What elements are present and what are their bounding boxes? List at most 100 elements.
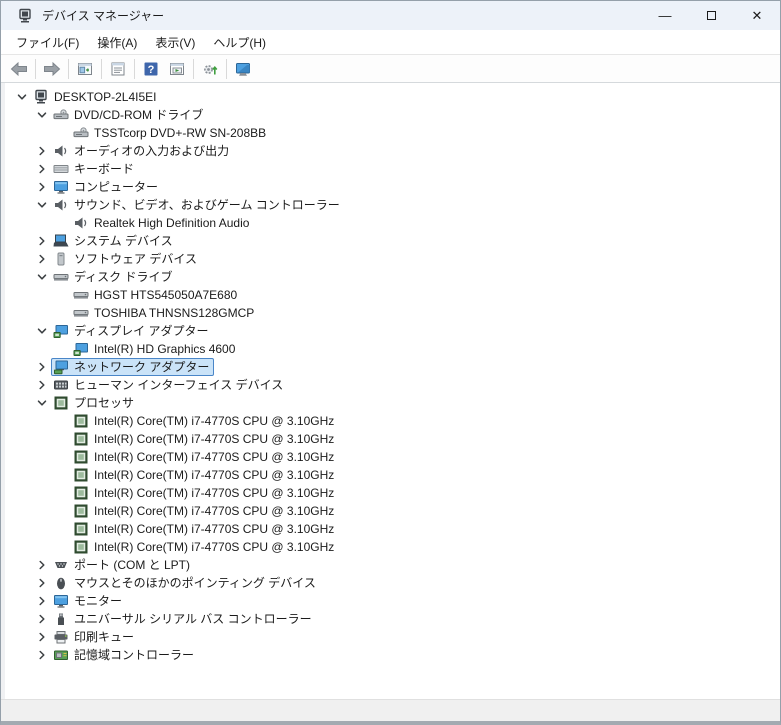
tree-item-body[interactable]: コンピューター [51,178,163,196]
chevron-right-icon[interactable] [32,359,51,375]
tree-item-body[interactable]: HGST HTS545050A7E680 [71,286,242,304]
tree-item-body[interactable]: 印刷キュー [51,628,139,646]
tree-item[interactable]: Intel(R) Core(TM) i7-4770S CPU @ 3.10GHz [5,520,780,538]
tree-item[interactable]: ソフトウェア デバイス [5,250,780,268]
tree-item-body[interactable]: プロセッサ [51,394,139,412]
tree-item[interactable]: サウンド、ビデオ、およびゲーム コントローラー [5,196,780,214]
tree-item-body[interactable]: ディスク ドライブ [51,268,178,286]
tree-item-body[interactable]: ヒューマン インターフェイス デバイス [51,376,288,394]
tree-item[interactable]: TOSHIBA THNSNS128GMCP [5,304,780,322]
tree-item-body[interactable]: マウスとそのほかのポインティング デバイス [51,574,321,592]
chevron-down-icon[interactable] [32,107,51,123]
chevron-right-icon[interactable] [32,575,51,591]
tree-item[interactable]: モニター [5,592,780,610]
chevron-right-icon[interactable] [32,629,51,645]
chevron-right-icon[interactable] [32,179,51,195]
tree-item[interactable]: Intel(R) HD Graphics 4600 [5,340,780,358]
toolbar-separator [193,58,194,79]
tree-item[interactable]: キーボード [5,160,780,178]
menu-item-help[interactable]: ヘルプ(H) [204,31,275,54]
chevron-down-icon[interactable] [32,395,51,411]
chevron-down-icon[interactable] [32,269,51,285]
tree-item-body[interactable]: Realtek High Definition Audio [71,214,254,232]
tree-item-body[interactable]: ソフトウェア デバイス [51,250,202,268]
tree-item[interactable]: Intel(R) Core(TM) i7-4770S CPU @ 3.10GHz [5,466,780,484]
minimize-button[interactable]: — [642,1,688,30]
tree-item[interactable]: ディスク ドライブ [5,268,780,286]
tree-item[interactable]: 記憶域コントローラー [5,646,780,664]
tree-item-body[interactable]: 記憶域コントローラー [51,646,199,664]
tree-item-body[interactable]: Intel(R) Core(TM) i7-4770S CPU @ 3.10GHz [71,430,339,448]
chevron-down-icon[interactable] [32,323,51,339]
tree-item[interactable]: HGST HTS545050A7E680 [5,286,780,304]
devices-button[interactable] [230,57,256,81]
tree-item-body[interactable]: Intel(R) Core(TM) i7-4770S CPU @ 3.10GHz [71,448,339,466]
tree-item[interactable]: オーディオの入力および出力 [5,142,780,160]
tree-item-body[interactable]: Intel(R) Core(TM) i7-4770S CPU @ 3.10GHz [71,538,339,556]
tree-item-body[interactable]: Intel(R) Core(TM) i7-4770S CPU @ 3.10GHz [71,502,339,520]
chevron-right-icon[interactable] [32,611,51,627]
processor-icon [73,413,89,429]
chevron-right-icon[interactable] [32,251,51,267]
back-button[interactable] [6,57,32,81]
tree-item-body[interactable]: DVD/CD-ROM ドライブ [51,106,208,124]
tree-item[interactable]: Intel(R) Core(TM) i7-4770S CPU @ 3.10GHz [5,538,780,556]
tree-item[interactable]: ユニバーサル シリアル バス コントローラー [5,610,780,628]
tree-item-body[interactable]: Intel(R) Core(TM) i7-4770S CPU @ 3.10GHz [71,520,339,538]
tree-item[interactable]: DVD/CD-ROM ドライブ [5,106,780,124]
tree-item[interactable]: ヒューマン インターフェイス デバイス [5,376,780,394]
tree-item[interactable]: DESKTOP-2L4I5EI [5,88,780,106]
tree-item[interactable]: マウスとそのほかのポインティング デバイス [5,574,780,592]
chevron-right-icon[interactable] [32,233,51,249]
chevron-right-icon[interactable] [32,143,51,159]
tree-item[interactable]: Intel(R) Core(TM) i7-4770S CPU @ 3.10GHz [5,484,780,502]
tree-item-body[interactable]: ポート (COM と LPT) [51,556,195,574]
tree-item[interactable]: 印刷キュー [5,628,780,646]
tree-item-body[interactable]: TOSHIBA THNSNS128GMCP [71,304,259,322]
forward-button[interactable] [39,57,65,81]
chevron-down-icon[interactable] [32,197,51,213]
tree-item-body[interactable]: ユニバーサル シリアル バス コントローラー [51,610,317,628]
tree-item-body[interactable]: オーディオの入力および出力 [51,142,234,160]
maximize-button[interactable] [688,1,734,30]
help-button[interactable]: ? [138,57,164,81]
chevron-down-icon[interactable] [12,89,31,105]
tree-item[interactable]: コンピューター [5,178,780,196]
tree-item[interactable]: プロセッサ [5,394,780,412]
action-pane-button[interactable] [164,57,190,81]
menu-item-view[interactable]: 表示(V) [146,31,204,54]
chevron-right-icon[interactable] [32,557,51,573]
tree-item[interactable]: ディスプレイ アダプター [5,322,780,340]
tree-item-body[interactable]: キーボード [51,160,139,178]
tree-item-body[interactable]: Intel(R) Core(TM) i7-4770S CPU @ 3.10GHz [71,484,339,502]
menu-item-file[interactable]: ファイル(F) [7,31,88,54]
tree-item[interactable]: TSSTcorp DVD+-RW SN-208BB [5,124,780,142]
chevron-right-icon[interactable] [32,593,51,609]
console-tree-button[interactable] [72,57,98,81]
tree-item-selected[interactable]: ネットワーク アダプター [51,358,215,376]
tree-item-body[interactable]: Intel(R) Core(TM) i7-4770S CPU @ 3.10GHz [71,466,339,484]
tree-item-body[interactable]: ディスプレイ アダプター [51,322,214,340]
tree-item[interactable]: システム デバイス [5,232,780,250]
tree-item[interactable]: Intel(R) Core(TM) i7-4770S CPU @ 3.10GHz [5,448,780,466]
tree-item[interactable]: ポート (COM と LPT) [5,556,780,574]
tree-item-body[interactable]: システム デバイス [51,232,178,250]
tree-item-body[interactable]: サウンド、ビデオ、およびゲーム コントローラー [51,196,345,214]
menu-item-action[interactable]: 操作(A) [88,31,146,54]
close-button[interactable]: ✕ [734,1,780,30]
tree-item-body[interactable]: Intel(R) Core(TM) i7-4770S CPU @ 3.10GHz [71,412,339,430]
tree-item[interactable]: Intel(R) Core(TM) i7-4770S CPU @ 3.10GHz [5,502,780,520]
tree-item[interactable]: ネットワーク アダプター [5,358,780,376]
scan-hardware-button[interactable] [197,57,223,81]
tree-item-body[interactable]: DESKTOP-2L4I5EI [31,88,162,106]
tree-item[interactable]: Realtek High Definition Audio [5,214,780,232]
properties-button[interactable] [105,57,131,81]
chevron-right-icon[interactable] [32,161,51,177]
chevron-right-icon[interactable] [32,377,51,393]
tree-item[interactable]: Intel(R) Core(TM) i7-4770S CPU @ 3.10GHz [5,412,780,430]
tree-item[interactable]: Intel(R) Core(TM) i7-4770S CPU @ 3.10GHz [5,430,780,448]
tree-item-body[interactable]: TSSTcorp DVD+-RW SN-208BB [71,124,271,142]
tree-item-body[interactable]: Intel(R) HD Graphics 4600 [71,340,240,358]
chevron-right-icon[interactable] [32,647,51,663]
tree-item-body[interactable]: モニター [51,592,127,610]
